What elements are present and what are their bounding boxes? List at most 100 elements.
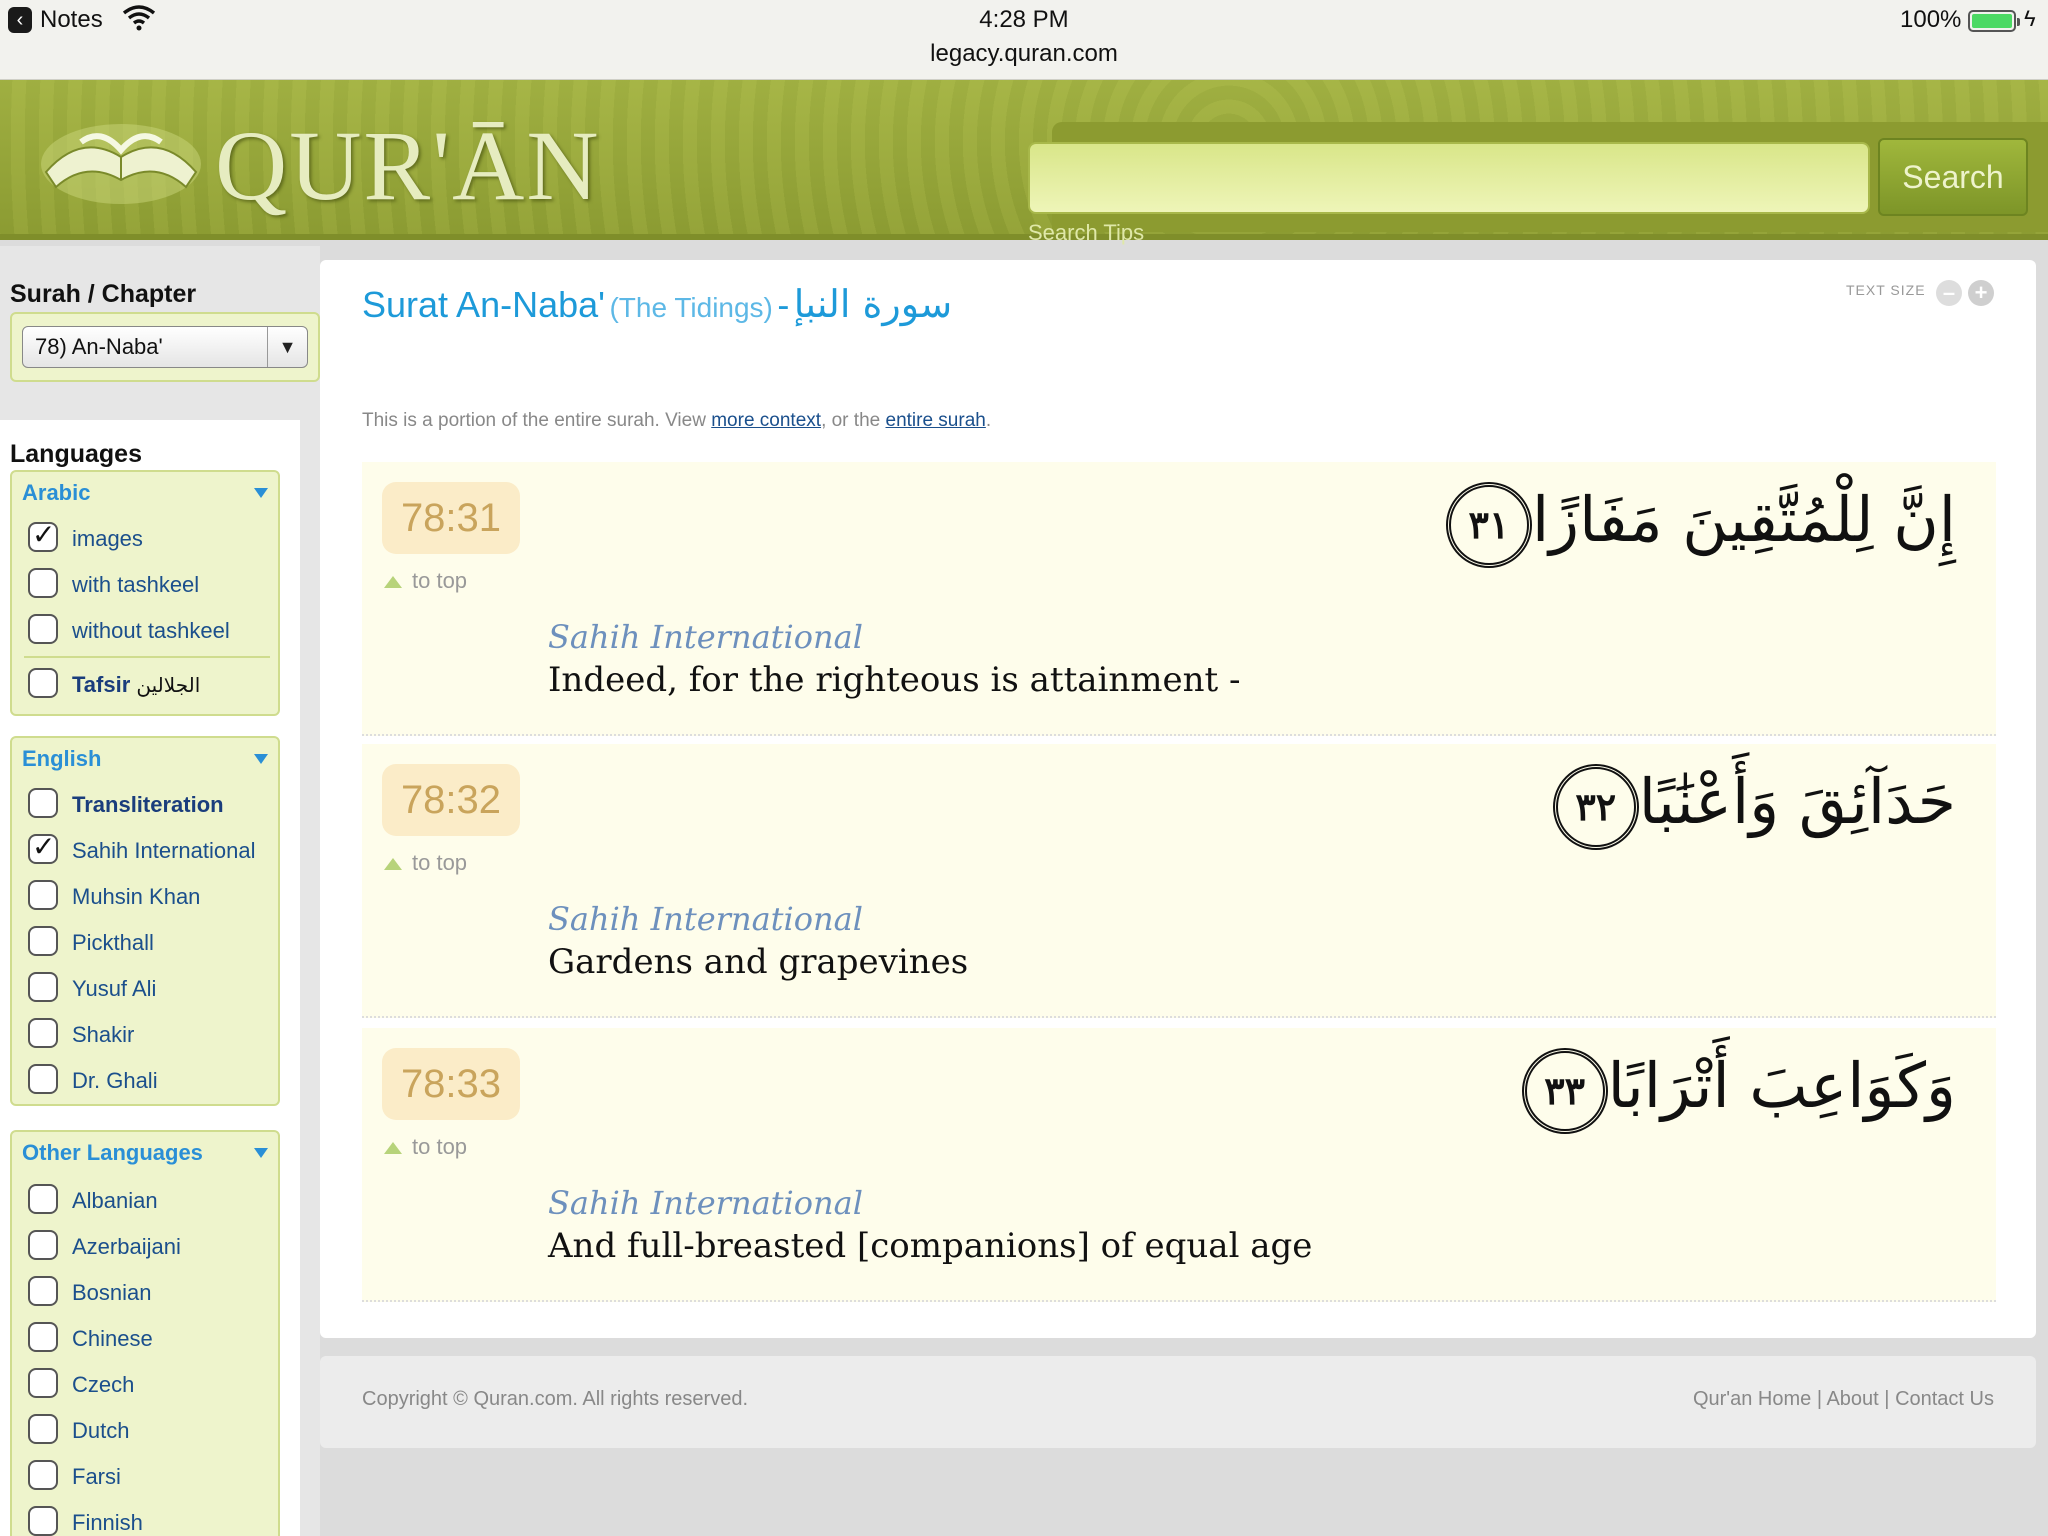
site-logo-text[interactable]: QUR'ĀN <box>215 108 601 223</box>
text-size-increase-button[interactable]: + <box>1968 280 1994 306</box>
checkbox[interactable] <box>28 926 58 956</box>
checkbox[interactable] <box>28 1018 58 1048</box>
to-top-link[interactable]: to top <box>384 568 467 594</box>
more-context-link[interactable]: more context <box>711 410 821 431</box>
surah-name: Surat An-Naba' <box>362 284 606 325</box>
option-label: Muhsin Khan <box>72 884 201 909</box>
search-input[interactable] <box>1028 142 1870 214</box>
verse-translation: Indeed, for the righteous is attainment … <box>548 660 1241 700</box>
battery-icon <box>1968 10 2020 32</box>
other-languages-group: Other Languages Albanian Azerbaijani Bos… <box>10 1130 280 1536</box>
collapse-arrow-icon[interactable] <box>254 754 268 764</box>
option-label: Chinese <box>72 1326 153 1351</box>
checkbox[interactable] <box>28 1230 58 1260</box>
footer-links: Qur'an Home | About | Contact Us <box>1693 1388 1994 1411</box>
search-button[interactable]: Search <box>1878 138 2028 216</box>
checkbox[interactable] <box>28 1064 58 1094</box>
page-title: Surat An-Naba' (The Tidings) - سورة النب… <box>362 282 952 326</box>
translator-name: Sahih International <box>548 1184 863 1222</box>
checkbox[interactable] <box>28 1322 58 1352</box>
option-label: images <box>72 526 143 551</box>
quran-book-logo-icon[interactable] <box>36 102 206 212</box>
battery-percentage: 100% <box>1900 6 1962 33</box>
arabic-text: وَكَوَاعِبَ أَتْرَابًا <box>1607 1049 1956 1123</box>
arabic-text: إِنَّ لِلْمُتَّقِينَ مَفَازًا <box>1531 483 1956 557</box>
title-separator: - <box>777 284 790 325</box>
checkbox[interactable] <box>28 1506 58 1536</box>
checkbox-checked[interactable] <box>28 830 58 864</box>
to-top-link[interactable]: to top <box>384 850 467 876</box>
collapse-arrow-icon[interactable] <box>254 1148 268 1158</box>
up-arrow-icon <box>384 576 402 589</box>
verse-row: 78:32 to top حَدَآئِقَ وَأَعْنَٰبًا٣٢ Sa… <box>362 744 1996 1018</box>
option-label: with tashkeel <box>72 572 200 597</box>
option-label: Bosnian <box>72 1280 152 1305</box>
verse-row: 78:33 to top وَكَوَاعِبَ أَتْرَابًا٣٣ Sa… <box>362 1028 1996 1302</box>
languages-heading: Languages <box>10 440 142 468</box>
collapse-arrow-icon[interactable] <box>254 488 268 498</box>
verse-reference[interactable]: 78:33 <box>382 1048 520 1120</box>
checkbox[interactable] <box>28 568 58 598</box>
dropdown-arrow-icon[interactable]: ▼ <box>267 327 307 367</box>
search-tips-link[interactable]: Search Tips <box>1028 220 1144 246</box>
option-label: Dr. Ghali <box>72 1068 158 1093</box>
up-arrow-icon <box>384 1142 402 1155</box>
footer-link-about[interactable]: About <box>1826 1388 1878 1410</box>
verse-row: 78:31 to top إِنَّ لِلْمُتَّقِينَ مَفَاز… <box>362 462 1996 736</box>
arabic-verse-text: وَكَوَاعِبَ أَتْرَابًا٣٣ <box>1512 1048 1956 1134</box>
main-content: Surat An-Naba' (The Tidings) - سورة النب… <box>320 260 2036 1338</box>
checkbox[interactable] <box>28 1368 58 1398</box>
footer-link-home[interactable]: Qur'an Home <box>1693 1388 1811 1410</box>
checkbox[interactable] <box>28 880 58 910</box>
checkbox[interactable] <box>28 1460 58 1490</box>
checkbox[interactable] <box>28 1414 58 1444</box>
option-label: without tashkeel <box>72 618 230 643</box>
text-size-decrease-button[interactable]: – <box>1936 280 1962 306</box>
verse-reference[interactable]: 78:32 <box>382 764 520 836</box>
checkbox[interactable] <box>28 614 58 644</box>
footer-link-contact[interactable]: Contact Us <box>1895 1388 1994 1410</box>
chapter-select[interactable]: 78) An-Naba' ▼ <box>22 326 308 368</box>
translator-name: Sahih International <box>548 900 863 938</box>
url-bar[interactable]: legacy.quran.com <box>0 40 2048 68</box>
text-size-label: TEXT SIZE <box>1846 282 1926 298</box>
other-languages-title[interactable]: Other Languages <box>22 1140 203 1166</box>
arabic-text: حَدَآئِقَ وَأَعْنَٰبًا <box>1638 765 1956 839</box>
option-label: Tafsir الجلالين <box>72 672 201 697</box>
verse-reference[interactable]: 78:31 <box>382 482 520 554</box>
surah-meaning: (The Tidings) <box>609 292 773 323</box>
arabic-verse-text: إِنَّ لِلْمُتَّقِينَ مَفَازًا٣١ <box>1436 482 1956 568</box>
ayah-number-marker: ٣١ <box>1445 482 1532 568</box>
english-group-title[interactable]: English <box>22 746 101 772</box>
portion-note-text: , or the <box>821 410 881 431</box>
option-label: Transliteration <box>72 792 224 817</box>
option-label: Sahih International <box>72 838 256 863</box>
up-arrow-icon <box>384 858 402 871</box>
checkbox[interactable] <box>28 668 58 698</box>
option-label: Pickthall <box>72 930 154 955</box>
checkbox[interactable] <box>28 788 58 818</box>
option-label: Farsi <box>72 1464 121 1489</box>
charging-icon: ϟ <box>2024 6 2036 31</box>
site-header: QUR'ĀN Search Search Tips <box>0 80 2048 245</box>
option-label: Azerbaijani <box>72 1234 181 1259</box>
arabic-group-title[interactable]: Arabic <box>22 480 90 506</box>
verse-translation: And full-breasted [companions] of equal … <box>548 1226 1313 1266</box>
status-bar: ‹ Notes 4:28 PM legacy.quran.com 100% ϟ <box>0 0 2048 80</box>
page-footer: Copyright © Quran.com. All rights reserv… <box>320 1356 2036 1448</box>
checkbox[interactable] <box>28 1276 58 1306</box>
to-top-link[interactable]: to top <box>384 1134 467 1160</box>
entire-surah-link[interactable]: entire surah <box>886 410 986 431</box>
checkbox[interactable] <box>28 1184 58 1214</box>
option-label: Finnish <box>72 1510 143 1535</box>
portion-note-text: This is a portion of the entire surah. V… <box>362 410 706 431</box>
ayah-number-marker: ٣٣ <box>1521 1048 1608 1134</box>
ayah-number-marker: ٣٢ <box>1552 764 1639 850</box>
checkbox-checked[interactable] <box>28 518 58 552</box>
to-top-label: to top <box>412 568 468 593</box>
divider <box>24 656 270 658</box>
checkbox[interactable] <box>28 972 58 1002</box>
portion-note-text: . <box>985 410 992 431</box>
footer-separator: | <box>1816 1388 1823 1410</box>
to-top-label: to top <box>412 850 468 875</box>
